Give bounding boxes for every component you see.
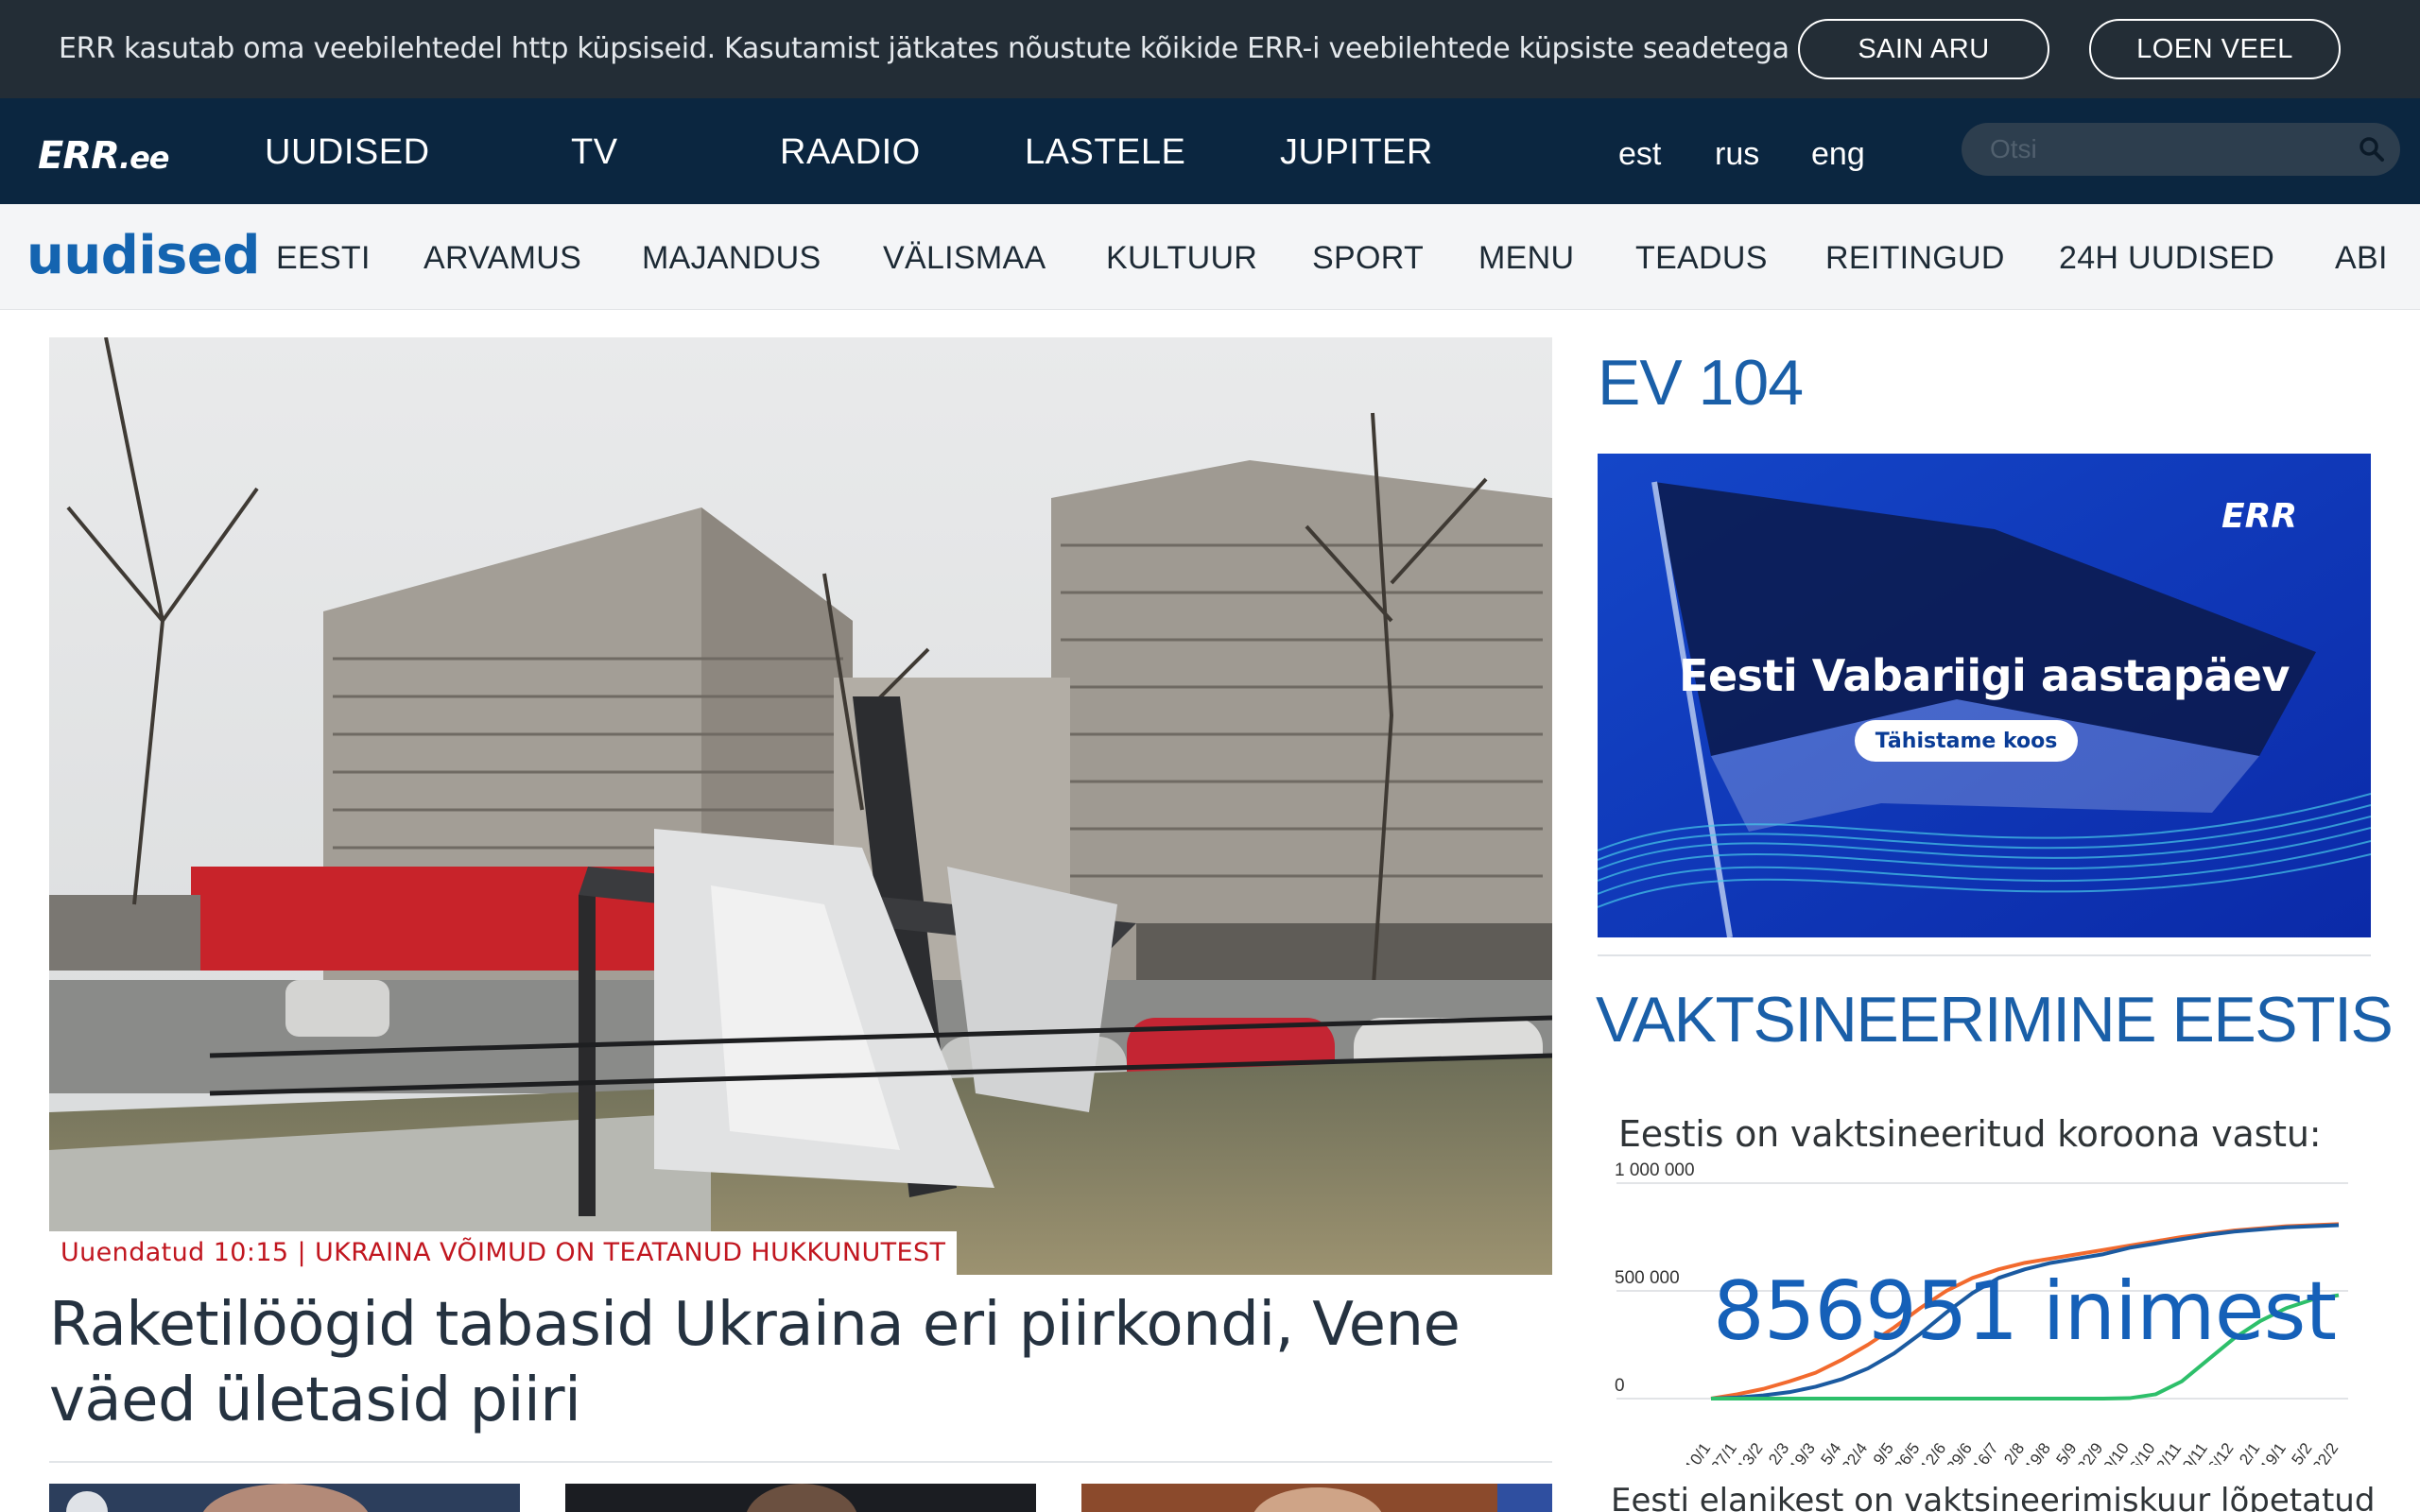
chart-y-tick-label: 500 000: [1615, 1268, 1680, 1288]
thumbnail-image: [565, 1484, 1036, 1512]
article-thumbnail-1[interactable]: [49, 1484, 520, 1512]
subnav-item-teadus[interactable]: TEADUS: [1635, 240, 1768, 277]
top-navigation: ERR.ee UUDISED TV RAADIO LASTELE JUPITER…: [0, 98, 2420, 204]
hero-image[interactable]: [49, 337, 1552, 1275]
subnav-item-reitingud[interactable]: REITINGUD: [1825, 240, 2005, 277]
thumbnail-image: [49, 1484, 520, 1512]
cookie-read-more-button[interactable]: LOEN VEEL: [2089, 19, 2341, 79]
err-logo[interactable]: ERR.ee: [38, 134, 169, 178]
thumbnail-image: [1081, 1484, 1552, 1512]
subnav-item-kultuur[interactable]: KULTUUR: [1106, 240, 1257, 277]
subnav-item-menu[interactable]: MENU: [1478, 240, 1574, 277]
banner-celebrate-button[interactable]: Tähistame koos: [1855, 720, 2078, 762]
cookie-bar: ERR kasutab oma veebilehtedel http küpsi…: [0, 0, 2420, 98]
breaking-news-tag[interactable]: Uuendatud 10:15 | UKRAINA VÕIMUD ON TEAT…: [49, 1231, 958, 1275]
language-eng[interactable]: eng: [1811, 136, 1865, 173]
subnav-item-valismaa[interactable]: VÄLISMAA: [883, 240, 1046, 277]
vaccinated-count: 856951 inimest: [1713, 1264, 2337, 1359]
divider: [49, 1461, 1552, 1463]
search-input[interactable]: [1990, 134, 2330, 164]
banner-title: Eesti Vabariigi aastapäev: [1679, 650, 2290, 701]
sidebar-divider: [1598, 954, 2371, 956]
subnav-item-sport[interactable]: SPORT: [1312, 240, 1424, 277]
language-rus[interactable]: rus: [1715, 136, 1759, 173]
article-thumbnail-2[interactable]: [565, 1484, 1036, 1512]
vaccination-footer-text: Eesti elanikest on vaktsineerimiskuur lõ…: [1611, 1482, 2376, 1512]
cookie-accept-button[interactable]: SAIN ARU: [1798, 19, 2049, 79]
vaccination-subtitle: Eestis on vaktsineeritud koroona vastu:: [1618, 1113, 2322, 1155]
topnav-item-lastele[interactable]: LASTELE: [1025, 132, 1185, 173]
subnav-item-arvamus[interactable]: ARVAMUS: [424, 240, 581, 277]
chart-y-tick-label: 1 000 000: [1615, 1162, 1695, 1180]
subnav-item-eesti[interactable]: EESTI: [276, 240, 371, 277]
topnav-item-raadio[interactable]: RAADIO: [780, 132, 921, 173]
topnav-item-tv[interactable]: TV: [571, 132, 618, 173]
ev-section-title[interactable]: EV 104: [1598, 346, 1804, 420]
vaccination-title[interactable]: VAKTSINEERIMINE EESTIS: [1596, 983, 2394, 1057]
section-brand[interactable]: uudised: [26, 225, 260, 286]
subnav-item-24h-uudised[interactable]: 24H UUDISED: [2059, 240, 2274, 277]
topnav-item-jupiter[interactable]: JUPITER: [1280, 132, 1433, 173]
chart-y-tick-label: 0: [1615, 1376, 1625, 1396]
hero-photo-illustration: [49, 337, 1552, 1275]
subnav-item-abi[interactable]: ABI: [2335, 240, 2388, 277]
chart-x-tick-label: 10/1: [1682, 1439, 1715, 1465]
independence-day-banner[interactable]: ERR Eesti Vabariigi aastapäev Tähistame …: [1598, 454, 2371, 937]
subnav-item-majandus[interactable]: MAJANDUS: [642, 240, 821, 277]
main-headline[interactable]: Raketilöögid tabasid Ukraina eri piirkon…: [49, 1287, 1524, 1438]
article-thumbnail-3[interactable]: [1081, 1484, 1552, 1512]
topnav-item-uudised[interactable]: UUDISED: [265, 132, 430, 173]
section-navigation: uudised EESTI ARVAMUS MAJANDUS VÄLISMAA …: [0, 204, 2420, 310]
logo-suffix: .ee: [118, 140, 170, 176]
language-est[interactable]: est: [1618, 136, 1661, 173]
search-icon[interactable]: [2357, 134, 2387, 164]
banner-err-logo: ERR: [2221, 497, 2298, 536]
search-box: [1962, 123, 2400, 176]
logo-text: ERR: [38, 134, 120, 178]
cookie-text: ERR kasutab oma veebilehtedel http küpsi…: [59, 32, 1789, 65]
